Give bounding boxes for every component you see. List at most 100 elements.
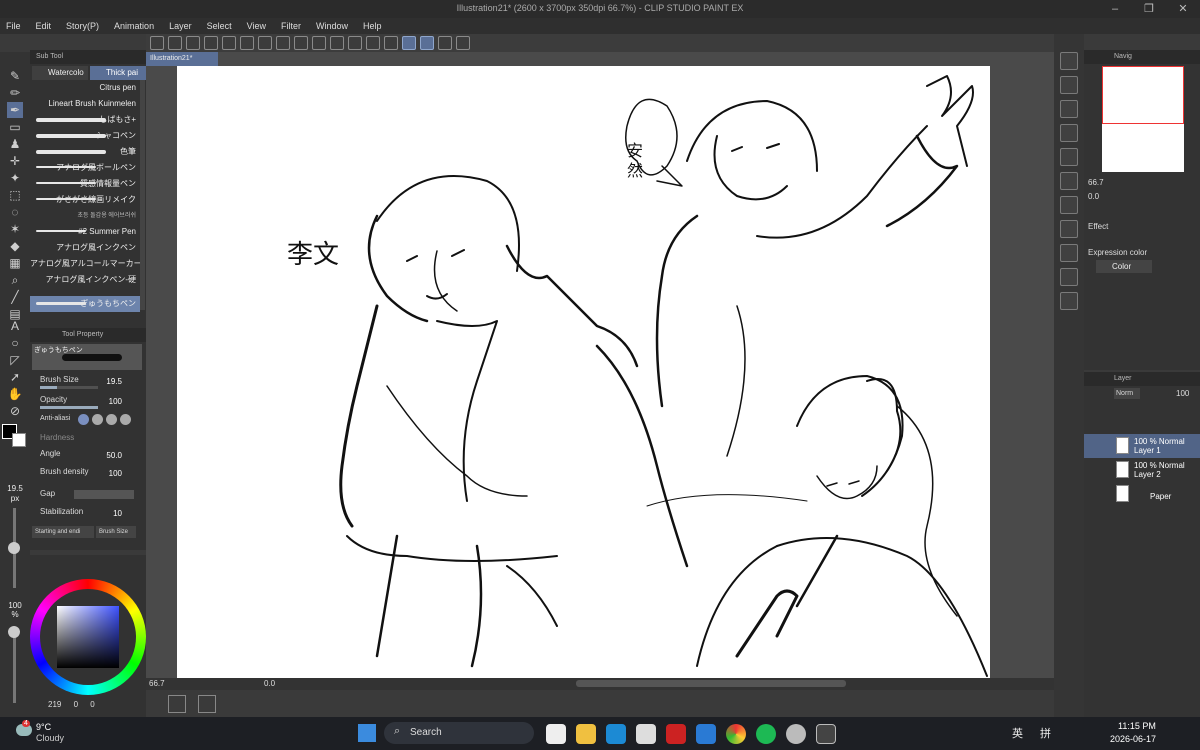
- navigator-thumbnail[interactable]: [1102, 66, 1184, 172]
- brush-item-selected[interactable]: ぎゅうもちペン: [30, 296, 140, 312]
- brush-tool-icon[interactable]: ✒: [7, 102, 23, 118]
- chrome-icon[interactable]: [726, 724, 746, 744]
- transform-icon[interactable]: [330, 36, 344, 50]
- panel-icon-2[interactable]: [1060, 76, 1078, 94]
- layout-icon-2[interactable]: [198, 695, 216, 713]
- ime-pinyin[interactable]: 拼: [1040, 725, 1051, 741]
- layout-icon-1[interactable]: [168, 695, 186, 713]
- help-icon[interactable]: [456, 36, 470, 50]
- layer-opacity[interactable]: 100: [1176, 389, 1189, 398]
- edge-browser-icon[interactable]: [606, 724, 626, 744]
- menu-select[interactable]: Select: [207, 21, 232, 31]
- prop-brush-size[interactable]: Brush Size 19.5: [30, 374, 146, 392]
- search-box[interactable]: ⌕ Search: [384, 722, 534, 744]
- prop-gap[interactable]: Gap: [30, 488, 146, 506]
- subtool-scrollbar[interactable]: [140, 80, 145, 310]
- gradient-tool-icon[interactable]: ▦: [7, 255, 23, 271]
- start-button[interactable]: [358, 724, 376, 742]
- brush-item-3[interactable]: しばもさ+: [30, 112, 140, 128]
- gap-selector[interactable]: [74, 490, 134, 499]
- expression-color-select[interactable]: Color: [1096, 260, 1152, 273]
- mail-icon[interactable]: [696, 724, 716, 744]
- invert-icon[interactable]: [384, 36, 398, 50]
- menu-story[interactable]: Story(P): [66, 21, 99, 31]
- object-tool-icon[interactable]: ➚: [7, 369, 23, 385]
- brush-item-9[interactable]: 초등 돌감용 에어브러쉬: [30, 208, 140, 224]
- brush-size-dropdown[interactable]: Brush Size: [96, 526, 136, 538]
- eyedropper-tool-icon[interactable]: ⊘: [7, 403, 23, 419]
- layer-row[interactable]: 100 % Normal Layer 1: [1084, 434, 1200, 458]
- brush-item-5[interactable]: 色筆: [30, 144, 140, 160]
- move-tool-icon[interactable]: ✛: [7, 153, 23, 169]
- menu-help[interactable]: Help: [363, 21, 382, 31]
- prop-angle[interactable]: Angle 50.0: [30, 448, 146, 466]
- fill-icon[interactable]: [312, 36, 326, 50]
- color-wheel[interactable]: [30, 579, 146, 695]
- ime-english[interactable]: 英: [1012, 725, 1023, 741]
- save-icon[interactable]: [204, 36, 218, 50]
- menu-filter[interactable]: Filter: [281, 21, 301, 31]
- pen-tool-icon[interactable]: ✎: [7, 68, 23, 84]
- panel-icon-5[interactable]: [1060, 148, 1078, 166]
- menu-view[interactable]: View: [247, 21, 266, 31]
- redo-icon[interactable]: [276, 36, 290, 50]
- document-tab[interactable]: Illustration21*: [146, 52, 218, 66]
- clock-date[interactable]: 2026-06-17: [1110, 734, 1156, 744]
- panel-icon-1[interactable]: [1060, 52, 1078, 70]
- starting-ending-dropdown[interactable]: Starting and endi: [32, 526, 94, 538]
- new-file-icon[interactable]: [168, 36, 182, 50]
- drawing-canvas[interactable]: 李文 安然: [177, 66, 990, 678]
- blend-tool-icon[interactable]: ✦: [7, 170, 23, 186]
- prop-anti-aliasing[interactable]: Anti-aliasi: [30, 414, 146, 432]
- blend-mode-select[interactable]: Norm: [1114, 388, 1140, 399]
- layer-row[interactable]: 100 % Normal Layer 2: [1084, 458, 1200, 482]
- panel-icon-8[interactable]: [1060, 220, 1078, 238]
- prop-stabilization[interactable]: Stabilization 10: [30, 506, 146, 524]
- snap-special-ruler-icon[interactable]: [420, 36, 434, 50]
- brush-item-lineart[interactable]: Lineart Brush Kuinmelen: [30, 96, 140, 112]
- task-view-icon[interactable]: [546, 724, 566, 744]
- undo-icon[interactable]: [258, 36, 272, 50]
- export-icon[interactable]: [240, 36, 254, 50]
- menu-file[interactable]: File: [6, 21, 21, 31]
- maximize-button[interactable]: ❐: [1132, 0, 1166, 18]
- crop-icon[interactable]: [366, 36, 380, 50]
- snap-ruler-icon[interactable]: [402, 36, 416, 50]
- panel-icon-7[interactable]: [1060, 196, 1078, 214]
- sub-color-swatch[interactable]: [12, 433, 26, 447]
- tab-watercolor[interactable]: Watercolo: [32, 66, 88, 80]
- store-icon[interactable]: [636, 724, 656, 744]
- brush-item-12[interactable]: アナログ風アルコールマーカー II: [30, 256, 140, 272]
- device-icon[interactable]: [438, 36, 452, 50]
- close-button[interactable]: ✕: [1166, 0, 1200, 18]
- menu-layer[interactable]: Layer: [169, 21, 192, 31]
- brush-item-13[interactable]: アナログ風インクペン-硬: [30, 272, 140, 288]
- copy-icon[interactable]: [222, 36, 236, 50]
- magic-wand-icon[interactable]: ✶: [7, 221, 23, 237]
- brush-item-11[interactable]: アナログ風インクペン: [30, 240, 140, 256]
- clip-studio-paint-icon[interactable]: [816, 724, 836, 744]
- opacity-slider[interactable]: [40, 406, 98, 409]
- mcafee-icon[interactable]: [666, 724, 686, 744]
- navigator-zoom[interactable]: 66.7: [1088, 178, 1104, 187]
- brush-item-citrus[interactable]: Citrus pen: [30, 80, 140, 96]
- opacity-slider-track[interactable]: [13, 628, 16, 703]
- fill-tool-icon[interactable]: ◆: [7, 238, 23, 254]
- navigator-rotation[interactable]: 0.0: [1088, 192, 1099, 201]
- prop-opacity[interactable]: Opacity 100: [30, 394, 146, 412]
- menu-animation[interactable]: Animation: [114, 21, 154, 31]
- file-explorer-icon[interactable]: [576, 724, 596, 744]
- panel-icon-6[interactable]: [1060, 172, 1078, 190]
- lasso-tool-icon[interactable]: ◌: [7, 204, 23, 220]
- panel-icon-4[interactable]: [1060, 124, 1078, 142]
- panel-icon-3[interactable]: [1060, 100, 1078, 118]
- brush-item-8[interactable]: がさがさ線画リメイク: [30, 192, 140, 208]
- horizontal-scrollbar[interactable]: [576, 680, 846, 687]
- brush-item-7[interactable]: 質感情報量ペン: [30, 176, 140, 192]
- layer-row[interactable]: Paper: [1084, 482, 1200, 506]
- clock-time[interactable]: 11:15 PM: [1118, 721, 1156, 731]
- panel-icon-11[interactable]: [1060, 292, 1078, 310]
- zoom-readout[interactable]: 66.7: [149, 679, 165, 688]
- text-tool-icon[interactable]: A: [7, 318, 23, 334]
- menu-edit[interactable]: Edit: [36, 21, 52, 31]
